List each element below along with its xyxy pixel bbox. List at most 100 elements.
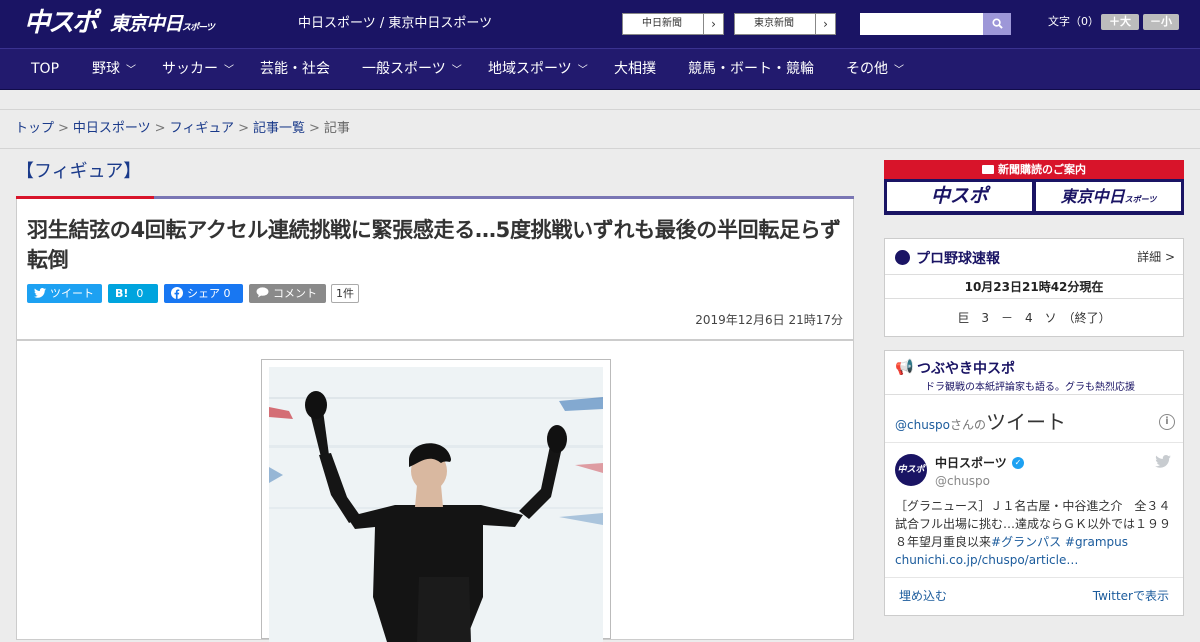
- article-photo-frame: [261, 359, 611, 642]
- ad-tokyo-small: スポーツ: [1124, 195, 1157, 204]
- chevron-right-icon: ›: [815, 14, 835, 34]
- comment-button[interactable]: コメント: [249, 284, 326, 303]
- timeline-san-no: さんの: [950, 418, 987, 432]
- chevron-right-icon: ›: [703, 14, 723, 34]
- chunichi-shimbun-label: 中日新聞: [642, 18, 682, 29]
- breadcrumb-chuspo[interactable]: 中日スポーツ: [73, 121, 151, 136]
- breadcrumb: トップ > 中日スポーツ > フィギュア > 記事一覧 > 記事: [0, 111, 1200, 149]
- embed-link[interactable]: 埋め込む: [899, 587, 947, 604]
- publish-date: 2019年12月6日 21時17分: [695, 313, 843, 327]
- chevron-down-icon: ﹀: [224, 65, 234, 76]
- baseball-detail-link[interactable]: 詳細 >: [1137, 248, 1175, 265]
- site-name-link[interactable]: 中日スポーツ / 東京中日スポーツ: [298, 16, 492, 32]
- info-icon[interactable]: i: [1159, 414, 1175, 430]
- tweet-body: ［グラニュース］Ｊ１名古屋・中谷進之介 全３４試合フル出場に挑む…達成ならＧＫ以…: [895, 497, 1173, 569]
- facebook-share-button[interactable]: シェア 0: [164, 284, 243, 303]
- skater-figure-image: [269, 367, 603, 642]
- nav-label: 野球: [92, 61, 120, 77]
- tsubuyaki-title: つぶやき中スポ: [917, 361, 1015, 377]
- tokyo-logo-text: 東京中日: [110, 13, 183, 35]
- baseball-score-panel: プロ野球速報 詳細 > 10月23日21時42分現在 巨 3 － 4 ソ （終了…: [884, 238, 1184, 337]
- verified-badge-icon: ✓: [1012, 457, 1024, 469]
- article-photo-area: [16, 340, 854, 642]
- nav-item-soccer[interactable]: サッカー ﹀: [162, 49, 234, 90]
- search-input[interactable]: [860, 13, 983, 35]
- breadcrumb-figure[interactable]: フィギュア: [170, 121, 234, 136]
- tokyo-shimbun-label: 東京新聞: [754, 18, 794, 29]
- newspaper-icon: [982, 165, 994, 174]
- header-spacer: [0, 90, 1200, 110]
- font-smaller-button[interactable]: －小: [1143, 14, 1179, 30]
- chuspo-logo[interactable]: 中スポ: [24, 8, 98, 38]
- twitter-bird-icon: [1155, 455, 1171, 468]
- tokyo-logo-small: スポーツ: [182, 23, 215, 33]
- tsubuyaki-header: 📢 つぶやき中スポ ドラ観戦の本紙評論家も語る。グラも熱烈応援: [885, 351, 1183, 395]
- nav-label: サッカー: [162, 61, 218, 77]
- breadcrumb-separator: >: [238, 121, 249, 136]
- timeline-handle-link[interactable]: @chuspo: [895, 418, 950, 432]
- nav-label: その他: [846, 61, 888, 77]
- nav-item-sumo[interactable]: 大相撲: [614, 49, 656, 90]
- baseball-panel-header: プロ野球速報 詳細 >: [885, 239, 1183, 275]
- hatena-count: 0: [136, 287, 144, 300]
- view-on-twitter-link[interactable]: Twitterで表示: [1093, 587, 1169, 604]
- skater-photo[interactable]: [269, 367, 603, 642]
- heading-divider: [885, 442, 1183, 443]
- tweet-avatar[interactable]: 中スポ: [895, 454, 927, 486]
- breadcrumb-article-list[interactable]: 記事一覧: [253, 121, 305, 136]
- facebook-icon: [171, 287, 183, 299]
- hatena-icon: B!: [115, 287, 129, 300]
- chevron-down-icon: ﹀: [577, 65, 588, 76]
- facebook-share-label: シェア 0: [187, 287, 231, 300]
- main-nav: TOP 野球 ﹀ サッカー ﹀ 芸能・社会 一般スポーツ ﹀ 地域スポーツ ﹀ 大相撲 …: [0, 48, 1200, 90]
- tsubuyaki-subtitle: ドラ観戦の本紙評論家も語る。グラも熱烈応援: [925, 382, 1135, 393]
- tweets-heading: @chuspoさんのツイート i: [895, 407, 1175, 437]
- chevron-down-icon: ﹀: [894, 65, 904, 76]
- timeline-tweets-label: ツイート: [986, 410, 1067, 434]
- chunichi-shimbun-button[interactable]: 中日新聞 ›: [622, 13, 724, 35]
- search-icon: [991, 18, 1003, 29]
- nav-item-other[interactable]: その他 ﹀: [846, 49, 904, 90]
- hatena-bookmark-button[interactable]: B! 0: [108, 284, 158, 303]
- ad-chuspo-logo[interactable]: 中スポ: [887, 182, 1032, 211]
- baseball-score[interactable]: 巨 3 － 4 ソ （終了）: [885, 301, 1183, 335]
- tweet-account-name[interactable]: 中日スポーツ: [935, 455, 1007, 471]
- speech-bubble-icon: [256, 287, 269, 298]
- breadcrumb-separator: >: [308, 121, 320, 136]
- font-bigger-button[interactable]: ＋大: [1101, 14, 1139, 30]
- subscription-ad[interactable]: 新聞購読のご案内 中スポ 東京中日スポーツ: [884, 160, 1184, 215]
- article-header: 羽生結弦の4回転アクセル連続挑戦に緊張感走る…5度挑戦いずれも最後の半回転足らず…: [16, 199, 854, 340]
- subscription-ad-title: 新聞購読のご案内: [998, 163, 1086, 176]
- top-header: 中スポ 東京中日スポーツ 中日スポーツ / 東京中日スポーツ 中日新聞 › 東京新…: [0, 0, 1200, 48]
- search-button[interactable]: [983, 13, 1011, 35]
- breadcrumb-separator: >: [58, 121, 69, 136]
- chevron-down-icon: ﹀: [126, 65, 136, 76]
- ad-tokyo-text: 東京中日: [1060, 187, 1125, 206]
- twitter-bird-icon: [34, 288, 46, 298]
- breadcrumb-top[interactable]: トップ: [15, 121, 54, 136]
- category-label: 【フィギュア】: [16, 161, 142, 182]
- subscription-ad-header: 新聞購読のご案内: [884, 160, 1184, 179]
- nav-item-baseball[interactable]: 野球 ﹀: [92, 49, 136, 90]
- tokyo-chunichi-logo[interactable]: 東京中日スポーツ: [110, 12, 215, 40]
- twitter-panel: 📢 つぶやき中スポ ドラ観戦の本紙評論家も語る。グラも熱烈応援 @chuspoさ…: [884, 350, 1184, 616]
- comment-label: コメント: [273, 287, 317, 300]
- breadcrumb-separator: >: [154, 121, 166, 136]
- tweet-label: ツイート: [50, 287, 94, 300]
- tweet-link[interactable]: chunichi.co.jp/chuspo/article…: [895, 553, 1078, 567]
- ad-tokyo-logo[interactable]: 東京中日スポーツ: [1036, 182, 1181, 211]
- tokyo-shimbun-button[interactable]: 東京新聞 ›: [734, 13, 836, 35]
- nav-item-racing[interactable]: 競馬・ボート・競輪: [688, 49, 814, 90]
- nav-item-top[interactable]: TOP: [31, 49, 59, 90]
- nav-label: 一般スポーツ: [362, 61, 446, 77]
- tweet-hashtags[interactable]: #グランパス #grampus: [991, 535, 1128, 549]
- font-size-label: 文字（0）: [1048, 15, 1099, 28]
- nav-label: 地域スポーツ: [488, 61, 572, 77]
- comment-count-badge: 1件: [331, 284, 359, 303]
- nav-item-local-sports[interactable]: 地域スポーツ ﹀: [488, 49, 588, 90]
- tweet-button[interactable]: ツイート: [27, 284, 102, 303]
- nav-item-general-sports[interactable]: 一般スポーツ ﹀: [362, 49, 462, 90]
- tweet-account-handle: @chuspo: [935, 474, 991, 488]
- nav-item-entertainment[interactable]: 芸能・社会: [260, 49, 330, 90]
- baseball-panel-title: プロ野球速報: [916, 251, 1000, 267]
